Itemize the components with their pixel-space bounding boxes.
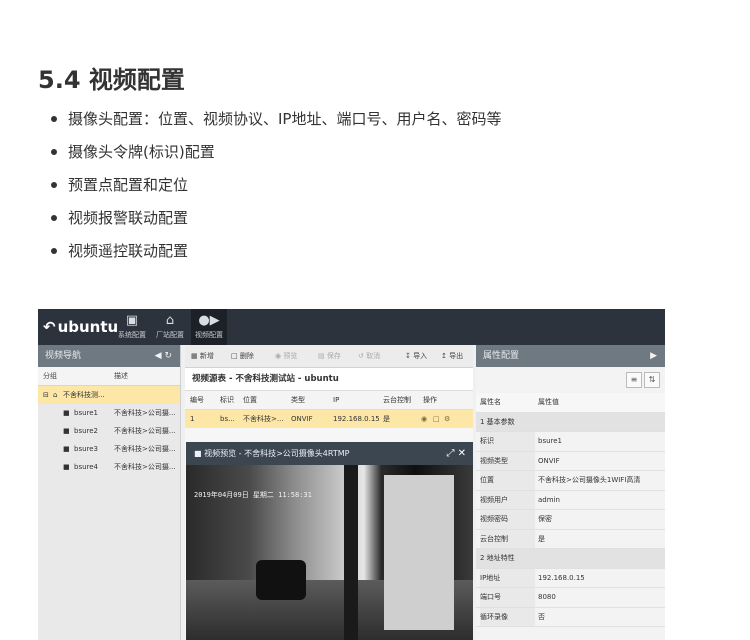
tree-item[interactable]: ■ bsure2 不舍科技>公司摄... — [38, 422, 180, 440]
property-row[interactable]: 视频密码 保密 — [476, 510, 665, 530]
section-heading: 5.4 视频配置 — [38, 66, 185, 94]
property-row[interactable]: 云台控制是 — [476, 529, 665, 549]
collapse-refresh-icon[interactable]: ◀ ↻ — [155, 345, 172, 367]
panel-header: 属性配置 ▶ — [476, 345, 665, 367]
categorize-icon[interactable]: ≡ — [626, 372, 642, 388]
list-item: 预置点配置和定位 — [40, 172, 501, 205]
bullet-icon — [51, 149, 57, 155]
table-title: 视频源表 - 不舍科技测试站 - ubuntu — [185, 368, 473, 391]
property-row[interactable]: 标识 bsure1 — [476, 432, 665, 452]
toolbar: ▦ 新增 □ 删除 ◉ 预览 ▤ 保存 ↺ 取消 ↧ 导入 ↥ 导出 — [185, 345, 473, 368]
back-arrow-icon: ↶ — [43, 318, 56, 336]
camera-icon: ■ — [63, 427, 70, 435]
app-screenshot: ↶ ubuntu ▣ 系统配置 ⌂ 厂站配置 ●▶ 视频配置 视频导航 ◀ ↻ 分… — [38, 309, 665, 640]
table-header: 分组 描述 — [38, 367, 180, 386]
video-pillar — [344, 465, 358, 640]
table-row[interactable]: 1 bs... 不舍科技>... ONVIF 192.168.0.15 是 ◉ … — [185, 410, 473, 428]
tree-item[interactable]: ■ bsure1 不舍科技>公司摄... — [38, 404, 180, 422]
save-button[interactable]: ▤ 保存 — [318, 345, 341, 367]
tree-item[interactable]: ■ bsure3 不舍科技>公司摄... — [38, 440, 180, 458]
nav-system-config[interactable]: ▣ 系统配置 — [114, 309, 150, 345]
maximize-close-icon[interactable]: ⤢ ✕ — [446, 442, 466, 465]
camera-icon: ■ — [63, 463, 70, 471]
trash-icon[interactable]: □ — [433, 410, 440, 428]
delete-button[interactable]: □ 删除 — [231, 345, 254, 367]
modal-header: ■ 视频预览 - 不舍科技>公司摄像头4RTMP ⤢ ✕ — [186, 442, 473, 465]
nav-station-config[interactable]: ⌂ 厂站配置 — [152, 309, 188, 345]
top-bar: ↶ ubuntu ▣ 系统配置 ⌂ 厂站配置 ●▶ 视频配置 — [38, 309, 665, 345]
camera-icon: ■ — [63, 445, 70, 453]
property-row[interactable]: IP地址 192.168.0.15 — [476, 568, 665, 588]
home-icon: ⌂ — [53, 391, 58, 399]
video-navigation-panel: 视频导航 ◀ ↻ 分组 描述 ⊟ ⌂ 不舍科技测... ■ bsure1 不舍科… — [38, 345, 181, 640]
property-row[interactable]: 位置 不舍科技>公司摄像头1WIFI高清 — [476, 471, 665, 491]
camera-icon: ■ — [194, 449, 202, 458]
gear-icon[interactable]: ⚙ — [444, 410, 450, 428]
property-row[interactable]: 端口号 8080 — [476, 588, 665, 608]
monitor-icon: ▣ — [125, 313, 139, 328]
eye-icon[interactable]: ◉ — [421, 410, 427, 428]
import-button[interactable]: ↧ 导入 — [405, 345, 427, 367]
sort-icon[interactable]: ⇅ — [644, 372, 660, 388]
list-item: 摄像头配置：位置、视频协议、IP地址、端口号、用户名、密码等 — [40, 106, 501, 139]
tree-root[interactable]: ⊟ ⌂ 不舍科技测... — [38, 386, 180, 404]
video-chair — [256, 560, 306, 600]
video-timestamp: 2019年04月09日 星期二 11:58:31 — [194, 491, 312, 499]
camera-icon: ■ — [63, 409, 70, 417]
app-logo[interactable]: ↶ ubuntu — [43, 318, 118, 336]
add-button[interactable]: ▦ 新增 — [191, 345, 214, 367]
property-section[interactable]: 2 地址特性 — [476, 549, 665, 569]
preview-button[interactable]: ◉ 预览 — [275, 345, 297, 367]
video-frame[interactable]: 2019年04月09日 星期二 11:58:31 — [186, 465, 473, 640]
camera-icon: ●▶ — [198, 313, 220, 328]
expand-arrow-icon[interactable]: ▶ — [650, 345, 657, 367]
bullet-icon — [51, 182, 57, 188]
property-section[interactable]: 1 基本参数 — [476, 412, 665, 432]
property-row[interactable]: 视频用户 admin — [476, 490, 665, 510]
list-item: 摄像头令牌(标识)配置 — [40, 139, 501, 172]
video-preview-modal: ■ 视频预览 - 不舍科技>公司摄像头4RTMP ⤢ ✕ 2019年04月09日… — [186, 442, 473, 640]
property-row[interactable]: 视频类型 ONVIF — [476, 451, 665, 471]
list-item: 视频报警联动配置 — [40, 205, 501, 238]
cancel-button[interactable]: ↺ 取消 — [358, 345, 380, 367]
home-icon: ⌂ — [165, 313, 175, 328]
list-item: 视频遥控联动配置 — [40, 238, 501, 271]
table-header: 属性名 属性值 — [476, 393, 665, 413]
tree-item[interactable]: ■ bsure4 不舍科技>公司摄... — [38, 458, 180, 476]
bullet-icon — [51, 215, 57, 221]
nav-video-config[interactable]: ●▶ 视频配置 — [191, 309, 227, 345]
video-door — [384, 475, 454, 630]
table-header: 编号 标识 位置 类型 IP 云台控制 操作 — [185, 391, 473, 410]
bullet-icon — [51, 248, 57, 254]
property-row[interactable]: 循环录像否 — [476, 607, 665, 627]
bullet-icon — [51, 116, 57, 122]
property-toolbar: ≡ ⇅ — [476, 367, 665, 393]
panel-header: 视频导航 ◀ ↻ — [38, 345, 180, 367]
export-button[interactable]: ↥ 导出 — [441, 345, 463, 367]
collapse-icon[interactable]: ⊟ — [43, 386, 49, 404]
feature-list: 摄像头配置：位置、视频协议、IP地址、端口号、用户名、密码等 摄像头令牌(标识)… — [40, 106, 501, 271]
property-panel: 属性配置 ▶ ≡ ⇅ 属性名 属性值 1 基本参数 标识 bsure1 视频类型 O… — [476, 345, 665, 640]
